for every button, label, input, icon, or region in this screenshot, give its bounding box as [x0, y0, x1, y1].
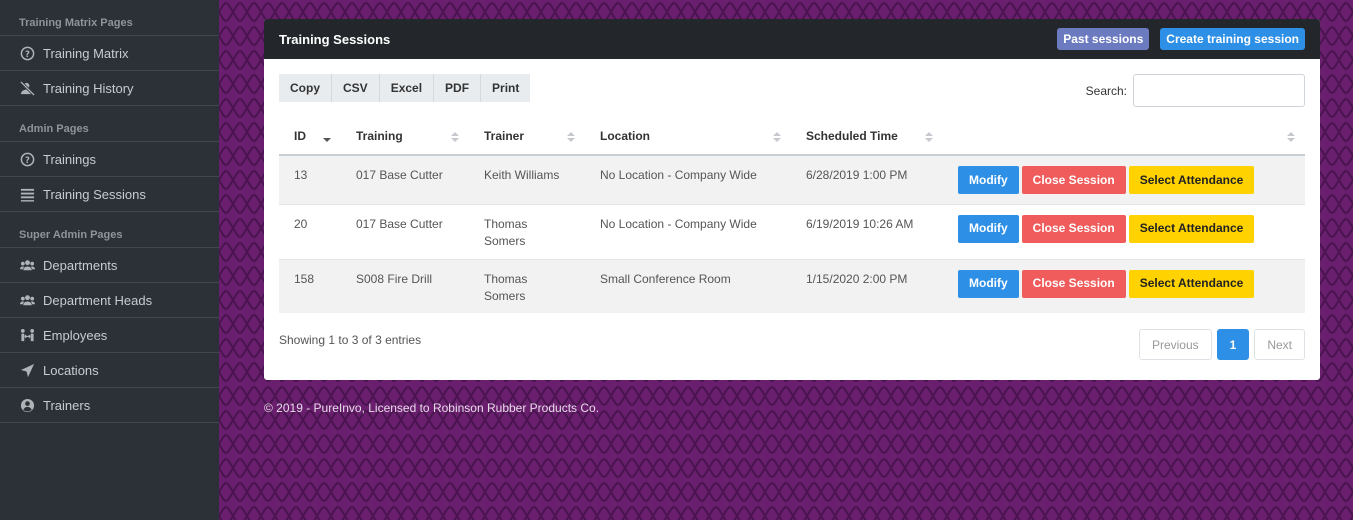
export-toolbar: Copy CSV Excel PDF Print: [279, 74, 531, 102]
sort-icon: [925, 132, 933, 142]
sessions-table: ID Training Trainer Location Scheduled T…: [279, 117, 1305, 313]
table-row: 158 S008 Fire Drill Thomas Somers Small …: [279, 258, 1305, 313]
sidebar-item-trainers[interactable]: Trainers: [0, 388, 219, 423]
pdf-button[interactable]: PDF: [434, 74, 482, 102]
close-session-button[interactable]: Close Session: [1021, 214, 1126, 243]
sidebar-section-title: Training Matrix Pages: [0, 0, 219, 36]
svg-text:?: ?: [25, 154, 30, 164]
sidebar-item-department-heads[interactable]: Department Heads: [0, 283, 219, 318]
svg-text:?: ?: [25, 48, 30, 58]
copy-button[interactable]: Copy: [279, 74, 332, 102]
card-header: Training Sessions Past sessions Create t…: [264, 19, 1320, 59]
sidebar-item-training-matrix[interactable]: ? Training Matrix: [0, 36, 219, 71]
modify-button[interactable]: Modify: [958, 214, 1019, 243]
sidebar-item-label: Employees: [43, 327, 108, 343]
cell-time: 1/15/2020 2:00 PM: [791, 258, 943, 313]
select-attendance-button[interactable]: Select Attendance: [1128, 214, 1255, 243]
cell-location: Small Conference Room: [585, 258, 791, 313]
cell-actions: Modify Close Session Select Attendance: [943, 155, 1305, 204]
previous-page-button[interactable]: Previous: [1138, 329, 1212, 360]
user-slash-icon: [19, 80, 35, 96]
sidebar-section-title: Admin Pages: [0, 106, 219, 142]
pagination: Previous 1 Next: [1138, 329, 1305, 360]
sidebar-item-employees[interactable]: Employees: [0, 318, 219, 353]
table-row: 20 017 Base Cutter Thomas Somers No Loca…: [279, 203, 1305, 259]
location-arrow-icon: [19, 362, 35, 378]
cell-id: 158: [279, 258, 341, 313]
past-sessions-button[interactable]: Past sessions: [1057, 28, 1150, 50]
select-attendance-button[interactable]: Select Attendance: [1128, 166, 1255, 194]
sort-icon: [1287, 132, 1295, 142]
print-button[interactable]: Print: [481, 74, 531, 102]
cell-actions: Modify Close Session Select Attendance: [943, 258, 1305, 313]
sidebar-item-label: Locations: [43, 362, 99, 378]
people-arrows-icon: [19, 327, 35, 343]
list-icon: [19, 186, 35, 202]
sidebar-item-departments[interactable]: Departments: [0, 248, 219, 283]
cell-id: 20: [279, 203, 341, 259]
create-session-button[interactable]: Create training session: [1160, 28, 1305, 50]
next-page-button[interactable]: Next: [1254, 329, 1305, 360]
cell-time: 6/28/2019 1:00 PM: [791, 155, 943, 204]
sidebar-item-label: Departments: [43, 257, 118, 273]
sidebar-item-label: Training Sessions: [43, 186, 146, 202]
sidebar-item-label: Training History: [43, 80, 134, 96]
sidebar-item-training-history[interactable]: Training History: [0, 71, 219, 106]
sort-icon: [567, 132, 575, 142]
column-header-id[interactable]: ID: [279, 117, 341, 156]
page-1-button[interactable]: 1: [1216, 329, 1250, 360]
close-session-button[interactable]: Close Session: [1021, 269, 1126, 298]
users-icon: [19, 292, 35, 308]
column-header-scheduled-time[interactable]: Scheduled Time: [791, 117, 943, 156]
cell-id: 13: [279, 155, 341, 204]
users-icon: [19, 257, 35, 273]
excel-button[interactable]: Excel: [379, 74, 435, 102]
sidebar-item-training-sessions[interactable]: Training Sessions: [0, 177, 219, 212]
column-header-training[interactable]: Training: [341, 117, 469, 156]
cell-trainer: Keith Williams: [469, 155, 585, 204]
modify-button[interactable]: Modify: [958, 166, 1019, 194]
cell-training: S008 Fire Drill: [341, 258, 469, 313]
cell-time: 6/19/2019 10:26 AM: [791, 203, 943, 259]
cell-trainer: Thomas Somers: [469, 203, 585, 259]
table-row: 13 017 Base Cutter Keith Williams No Loc…: [279, 155, 1305, 204]
csv-button[interactable]: CSV: [332, 74, 380, 102]
sidebar-item-label: Training Matrix: [43, 45, 129, 61]
question-circle-icon: ?: [19, 45, 35, 61]
search-input[interactable]: [1133, 74, 1305, 107]
question-circle-icon: ?: [19, 151, 35, 167]
column-header-actions[interactable]: [943, 117, 1305, 156]
search-area: Search:: [1086, 74, 1305, 107]
user-circle-icon: [19, 397, 35, 413]
column-header-location[interactable]: Location: [585, 117, 791, 156]
sidebar-item-label: Department Heads: [43, 292, 153, 308]
cell-trainer: Thomas Somers: [469, 258, 585, 313]
cell-location: No Location - Company Wide: [585, 155, 791, 204]
sort-desc-icon: [323, 138, 331, 142]
sidebar-item-locations[interactable]: Locations: [0, 353, 219, 388]
select-attendance-button[interactable]: Select Attendance: [1128, 269, 1255, 298]
table-info: Showing 1 to 3 of 3 entries: [279, 333, 422, 347]
sessions-card: Training Sessions Past sessions Create t…: [264, 19, 1320, 380]
sidebar: Training Matrix Pages ? Training Matrix …: [0, 0, 219, 520]
sidebar-item-label: Trainers: [43, 397, 91, 413]
sidebar-section-title: Super Admin Pages: [0, 212, 219, 248]
sidebar-item-label: Trainings: [43, 151, 96, 167]
footer-copyright: © 2019 - PureInvo, Licensed to Robinson …: [264, 401, 600, 415]
sort-icon: [773, 132, 781, 142]
cell-training: 017 Base Cutter: [341, 155, 469, 204]
cell-training: 017 Base Cutter: [341, 203, 469, 259]
sidebar-item-trainings[interactable]: ? Trainings: [0, 142, 219, 177]
column-header-trainer[interactable]: Trainer: [469, 117, 585, 156]
search-label: Search:: [1085, 83, 1127, 98]
cell-actions: Modify Close Session Select Attendance: [943, 203, 1305, 259]
close-session-button[interactable]: Close Session: [1021, 166, 1126, 194]
modify-button[interactable]: Modify: [958, 269, 1019, 298]
card-title: Training Sessions: [279, 31, 391, 47]
cell-location: No Location - Company Wide: [585, 203, 791, 259]
sort-icon: [451, 132, 459, 142]
